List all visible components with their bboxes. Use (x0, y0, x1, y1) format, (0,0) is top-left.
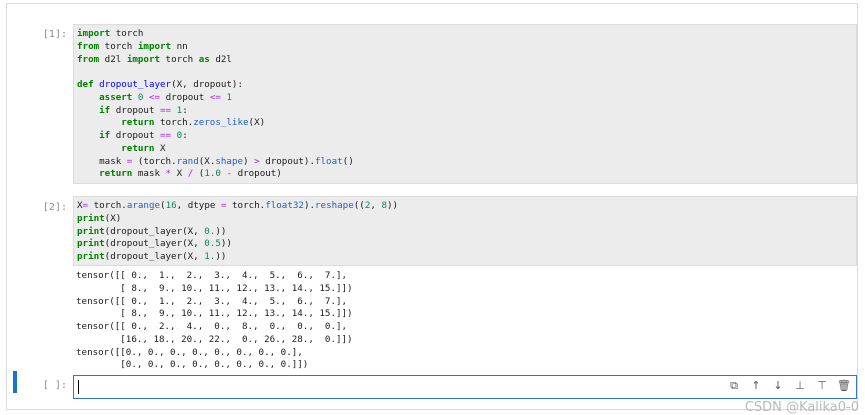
code-input-2[interactable]: X= torch.arange(16, dtype = torch.float3… (73, 196, 857, 266)
notebook-panel: [1]: import torch from torch import nn f… (6, 3, 858, 410)
insert-above-icon[interactable]: ⊥ (792, 379, 808, 393)
cell-output-2: tensor([[ 0., 1., 2., 3., 4., 5., 6., 7.… (73, 270, 353, 375)
insert-below-icon[interactable]: ⊤ (814, 379, 830, 393)
text-caret (78, 380, 79, 394)
empty-code-input[interactable]: ⧉ ↑ ↓ ⊥ ⊤ 🗑 (73, 375, 857, 399)
output-text: tensor([[ 0., 1., 2., 3., 4., 5., 6., 7.… (76, 270, 353, 371)
cell-prompt: [2]: (42, 202, 67, 213)
cell-toolbar: ⧉ ↑ ↓ ⊥ ⊤ 🗑 (726, 379, 852, 393)
code-text-2[interactable]: X= torch.arange(16, dtype = torch.float3… (74, 197, 856, 267)
code-text-1[interactable]: import torch from torch import nn from d… (74, 25, 856, 184)
active-cell-indicator (13, 371, 17, 393)
move-down-icon[interactable]: ↓ (770, 379, 786, 393)
copy-icon[interactable]: ⧉ (726, 379, 742, 393)
cell-prompt: [ ]: (42, 380, 67, 391)
watermark: CSDN @Kalika0-0 (744, 400, 859, 415)
move-up-icon[interactable]: ↑ (748, 379, 764, 393)
code-input-1[interactable]: import torch from torch import nn from d… (73, 24, 857, 184)
cell-prompt: [1]: (42, 29, 67, 40)
delete-icon[interactable]: 🗑 (836, 379, 852, 393)
